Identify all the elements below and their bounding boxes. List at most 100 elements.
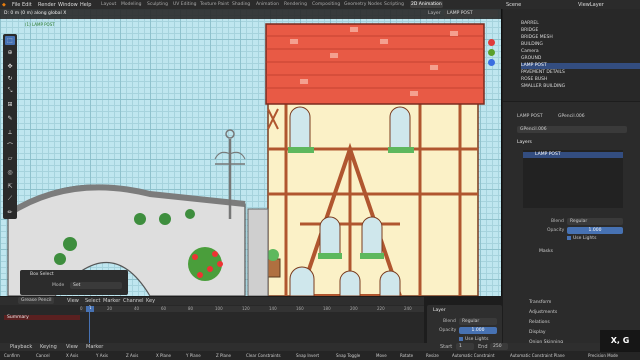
tab-modeling[interactable]: Modeling (121, 2, 141, 7)
frame-ruler[interactable]: 0 20 40 60 80 100 120 140 160 180 200 220 240 (80, 306, 424, 312)
bend-tool-icon[interactable]: ⌒ (5, 142, 15, 151)
box-select-title[interactable]: Box Select (30, 272, 54, 277)
tab-sculpting[interactable]: Sculpting (147, 2, 168, 7)
outliner-item[interactable]: ROSE BUSH (521, 77, 547, 83)
measure-tool-icon[interactable]: ⟂ (5, 128, 15, 137)
tl-menu-key[interactable]: Key (146, 298, 155, 304)
move-tool-icon[interactable]: ✥ (5, 62, 15, 71)
navigation-gizmo[interactable] (485, 39, 499, 79)
status-confirm: Confirm (4, 353, 20, 358)
use-lights-checkbox[interactable] (567, 236, 571, 240)
select-tool-icon[interactable]: ⬚ (5, 36, 15, 45)
menu-file[interactable]: File (12, 2, 20, 8)
playback-menu[interactable]: Playback (10, 344, 32, 350)
tab-animation[interactable]: Animation (256, 2, 279, 7)
tab-shading[interactable]: Shading (232, 2, 250, 7)
status-snap-invert: Snap Invert (296, 353, 320, 358)
menu-window[interactable]: Window (58, 2, 78, 8)
tl-menu-view[interactable]: View (67, 298, 79, 304)
status-x-plane: X Plane (156, 353, 171, 358)
outliner-item[interactable]: BUILDING (521, 42, 543, 48)
frame-tick-label: 60 (161, 306, 167, 311)
tab-2d-animation[interactable]: 2D Animation (410, 1, 443, 8)
box-select-panel: Box Select Mode Set (20, 270, 128, 295)
house (267, 100, 479, 296)
section-display[interactable]: Display (529, 330, 546, 335)
end-frame[interactable]: 250 (490, 343, 508, 350)
mode-dropdown[interactable]: Set (70, 282, 122, 289)
masks-section[interactable]: Masks (539, 249, 553, 254)
menu-edit[interactable]: Edit (22, 2, 32, 8)
datablock-selector[interactable]: GPencil.006 (517, 126, 627, 133)
pen-tool-icon[interactable]: ✏ (5, 208, 15, 217)
radius-tool-icon[interactable]: ◎ (5, 168, 15, 177)
keying-menu[interactable]: Keying (40, 344, 57, 350)
view-menu[interactable]: View (66, 344, 78, 350)
tl-blend-dropdown[interactable]: Regular (459, 318, 497, 325)
tab-geometry-nodes[interactable]: Geometry Nodes (344, 2, 382, 7)
extrude-tool-icon[interactable]: ⇱ (5, 182, 15, 191)
tab-uv-editing[interactable]: UV Editing (173, 2, 196, 7)
tl-use-lights-checkbox[interactable] (459, 337, 463, 341)
transform-tool-icon[interactable]: ⊞ (5, 100, 15, 109)
status-z-plane: Z Plane (216, 353, 231, 358)
mode-selector[interactable]: Grease Pencil (18, 297, 55, 304)
cursor-tool-icon[interactable]: ⊕ (5, 48, 15, 57)
tab-compositing[interactable]: Compositing (312, 2, 340, 7)
timeline-layer-panel: Layer Blend Regular Opacity 1.000 Use Li… (427, 305, 502, 345)
blender-logo-icon[interactable]: ◆ (2, 2, 6, 8)
layers-section[interactable]: Layers (517, 140, 532, 145)
properties-editor: LAMP POST GPencil.006 GPencil.006 Layers… (503, 102, 640, 360)
outliner-item[interactable]: Camera (521, 49, 539, 55)
scale-tool-icon[interactable]: ⤡ (5, 86, 15, 95)
shear-tool-icon[interactable]: ▱ (5, 154, 15, 163)
outliner-item[interactable]: BRIDGE MESH (521, 35, 553, 41)
scene-artwork (6, 23, 485, 296)
tab-rendering[interactable]: Rendering (284, 2, 307, 7)
outliner-item[interactable]: GROUND (521, 56, 541, 62)
marker-menu[interactable]: Marker (86, 344, 103, 350)
status-y-axis: Y Axis (96, 353, 109, 358)
tab-scripting[interactable]: Scripting (384, 2, 404, 7)
mode-label: Mode (52, 283, 65, 288)
outliner-item[interactable]: PAVEMENT DETAILS (521, 70, 565, 76)
section-transform[interactable]: Transform (529, 300, 551, 305)
tl-menu-marker[interactable]: Marker (103, 298, 120, 304)
layer-item[interactable]: LAMP POST (523, 152, 623, 158)
frame-tick-label: 140 (269, 306, 277, 311)
frame-tick-label: 80 (188, 306, 194, 311)
rotate-tool-icon[interactable]: ↻ (5, 74, 15, 83)
viewport[interactable]: D: 0 m (0 m) along global X Layer LAMP P… (0, 9, 502, 296)
outliner-item[interactable]: SMALLER BUILDING (521, 84, 565, 90)
section-relations[interactable]: Relations (529, 320, 550, 325)
tab-texture-paint[interactable]: Texture Paint (200, 2, 229, 7)
tl-menu-channel[interactable]: Channel (123, 298, 144, 304)
section-adjustments[interactable]: Adjustments (529, 310, 557, 315)
outliner-item[interactable]: BRIDGE (521, 28, 538, 34)
status-resize: Resize (426, 353, 439, 358)
end-label: End (478, 344, 488, 350)
opacity-slider[interactable]: 1.000 (567, 227, 623, 234)
menu-help[interactable]: Help (80, 2, 91, 8)
scene-selector[interactable]: Scene (506, 2, 521, 8)
summary-channel[interactable]: Summary (4, 315, 80, 320)
x-axis-icon[interactable] (488, 39, 495, 46)
z-axis-icon[interactable] (488, 59, 495, 66)
tl-opacity-slider[interactable]: 1.000 (459, 327, 497, 334)
menu-render[interactable]: Render (38, 2, 56, 8)
status-cancel: Cancel (36, 353, 50, 358)
start-frame[interactable]: 1 (456, 343, 474, 350)
outliner-item-selected[interactable]: LAMP POST (521, 63, 640, 69)
outliner-item[interactable]: BARREL (521, 21, 539, 27)
tl-use-lights-label: Use Lights (465, 337, 489, 342)
current-frame[interactable]: 1 (86, 306, 94, 312)
interpolate-tool-icon[interactable]: ⟋ (5, 194, 15, 203)
tl-menu-select[interactable]: Select (85, 298, 100, 304)
frame-tick-label: 0 (80, 306, 83, 311)
tab-layout[interactable]: Layout (101, 2, 116, 7)
view-layer-selector[interactable]: ViewLayer (578, 2, 604, 8)
annotate-tool-icon[interactable]: ✎ (5, 114, 15, 123)
y-axis-icon[interactable] (488, 49, 495, 56)
blend-dropdown[interactable]: Regular (567, 218, 623, 225)
roof (265, 23, 485, 105)
